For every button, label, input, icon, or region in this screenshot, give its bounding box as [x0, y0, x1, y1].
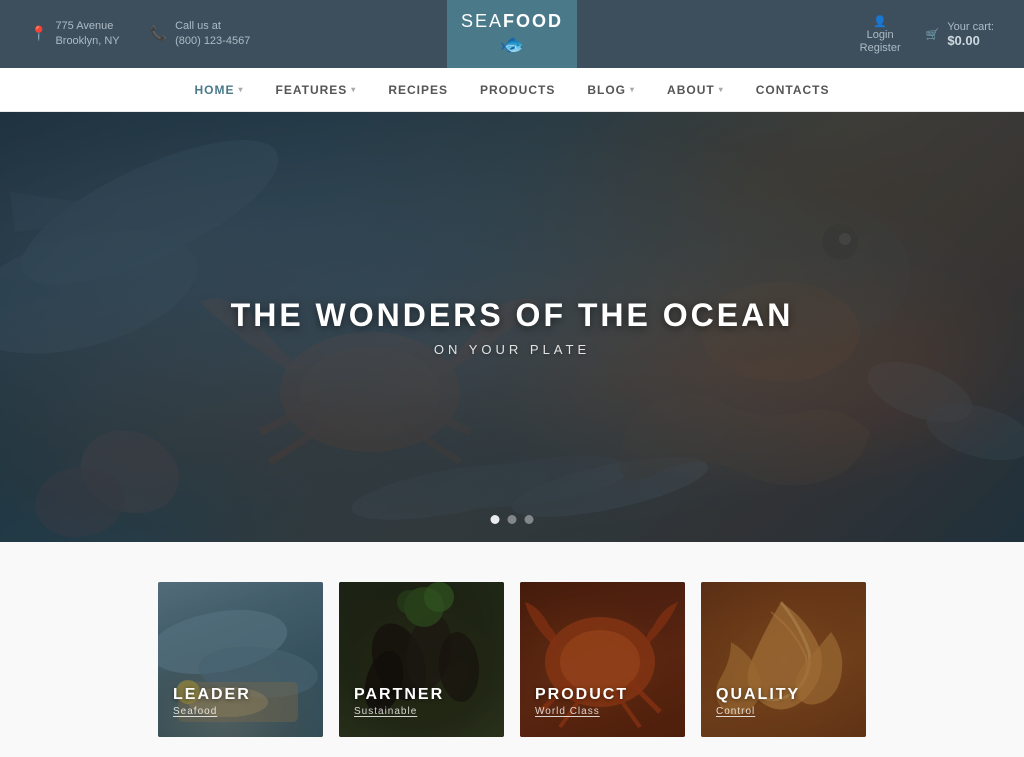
- user-icon: 👤: [873, 15, 887, 28]
- address-line1: 775 Avenue: [55, 19, 119, 34]
- nav-recipes-label: RECIPES: [388, 83, 448, 97]
- address-text: 775 Avenue Brooklyn, NY: [55, 19, 119, 50]
- nav-features[interactable]: FEATURES ▾: [260, 68, 373, 112]
- nav-about[interactable]: ABOUT ▾: [651, 68, 740, 112]
- nav-home-label: HOME: [195, 83, 235, 97]
- logo-sea: SEA: [461, 11, 503, 31]
- phone-number: (800) 123-4567: [175, 34, 250, 49]
- nav-contacts-label: CONTACTS: [756, 83, 830, 97]
- cat-title-product: PRODUCT: [535, 686, 628, 704]
- cat-card-partner[interactable]: PARTNER Sustainable: [339, 582, 504, 737]
- cat-card-leader[interactable]: LEADER Seafood: [158, 582, 323, 737]
- login-label[interactable]: Login: [867, 29, 894, 41]
- location-icon: 📍: [30, 24, 47, 44]
- hero-text: THE WONDERS OF THE OCEAN ON YOUR PLATE: [231, 297, 794, 357]
- phone-icon: 📞: [150, 24, 167, 44]
- cat-card-product[interactable]: PRODUCT World Class: [520, 582, 685, 737]
- logo-text: SEAFOOD: [461, 12, 563, 30]
- login-register[interactable]: 👤 Login Register: [860, 15, 901, 54]
- phone-label: Call us at: [175, 19, 250, 34]
- nav-products[interactable]: PRODUCTS: [464, 68, 571, 112]
- nav-about-arrow: ▾: [719, 85, 724, 94]
- cat-content-partner: PARTNER Sustainable: [354, 686, 444, 717]
- cart-label: Your cart:: [947, 21, 994, 33]
- cart-icon: 🛒: [926, 28, 940, 41]
- top-bar: 📍 775 Avenue Brooklyn, NY 📞 Call us at (…: [0, 0, 1024, 68]
- cat-content-leader: LEADER Seafood: [173, 686, 251, 717]
- hero-dot-3[interactable]: [525, 515, 534, 524]
- phone-info: 📞 Call us at (800) 123-4567: [150, 19, 251, 50]
- cart-amount: $0.00: [947, 33, 994, 48]
- cat-title-partner: PARTNER: [354, 686, 444, 704]
- cat-title-quality: QUALITY: [716, 686, 800, 704]
- cat-sub-product: World Class: [535, 706, 628, 717]
- nav-blog-label: BLOG: [587, 83, 626, 97]
- cat-sub-partner: Sustainable: [354, 706, 444, 717]
- phone-text: Call us at (800) 123-4567: [175, 19, 250, 50]
- nav-products-label: PRODUCTS: [480, 83, 555, 97]
- nav-features-arrow: ▾: [351, 85, 356, 94]
- cat-content-product: PRODUCT World Class: [535, 686, 628, 717]
- nav-home[interactable]: HOME ▾: [179, 68, 260, 112]
- nav-bar: HOME ▾ FEATURES ▾ RECIPES PRODUCTS BLOG …: [0, 68, 1024, 112]
- cat-content-quality: QUALITY Control: [716, 686, 800, 717]
- top-bar-right: 👤 Login Register 🛒 Your cart: $0.00: [860, 15, 994, 54]
- nav-blog[interactable]: BLOG ▾: [571, 68, 651, 112]
- top-bar-left: 📍 775 Avenue Brooklyn, NY 📞 Call us at (…: [30, 19, 250, 50]
- fish-icon: 🐟: [500, 32, 525, 57]
- address-line2: Brooklyn, NY: [55, 34, 119, 49]
- hero-section: THE WONDERS OF THE OCEAN ON YOUR PLATE: [0, 112, 1024, 542]
- nav-home-arrow: ▾: [239, 85, 244, 94]
- nav-features-label: FEATURES: [276, 83, 348, 97]
- cat-card-quality[interactable]: QUALITY Control: [701, 582, 866, 737]
- nav-recipes[interactable]: RECIPES: [372, 68, 464, 112]
- logo[interactable]: SEAFOOD 🐟: [447, 0, 577, 68]
- logo-food: FOOD: [503, 11, 563, 31]
- hero-subtitle: ON YOUR PLATE: [231, 342, 794, 357]
- nav-blog-arrow: ▾: [630, 85, 635, 94]
- hero-dots: [491, 515, 534, 524]
- register-label[interactable]: Register: [860, 42, 901, 54]
- cat-title-leader: LEADER: [173, 686, 251, 704]
- cat-sub-leader: Seafood: [173, 706, 251, 717]
- cat-sub-quality: Control: [716, 706, 800, 717]
- categories-section: LEADER Seafood PARTNER Sustainable: [0, 542, 1024, 757]
- address-info: 📍 775 Avenue Brooklyn, NY: [30, 19, 120, 50]
- nav-about-label: ABOUT: [667, 83, 715, 97]
- hero-dot-1[interactable]: [491, 515, 500, 524]
- nav-contacts[interactable]: CONTACTS: [740, 68, 846, 112]
- cart[interactable]: 🛒 Your cart: $0.00: [926, 21, 994, 48]
- cart-info: Your cart: $0.00: [947, 21, 994, 48]
- hero-dot-2[interactable]: [508, 515, 517, 524]
- hero-title: THE WONDERS OF THE OCEAN: [231, 297, 794, 334]
